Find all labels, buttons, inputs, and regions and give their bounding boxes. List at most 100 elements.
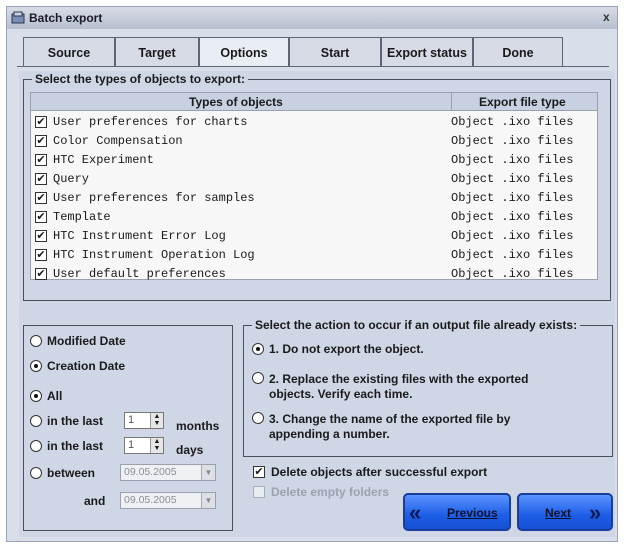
close-icon[interactable]: x [603, 10, 615, 24]
tab-options[interactable]: Options [199, 37, 289, 67]
table-row[interactable]: ✔ HTC Experiment Object .ixo files [31, 151, 597, 170]
column-header-type[interactable]: Types of objects [189, 95, 283, 109]
tab-divider [17, 66, 609, 67]
row-checkbox[interactable]: ✔ [35, 154, 47, 166]
spin-arrows-icon[interactable]: ▲ ▼ [150, 438, 163, 453]
table-row[interactable]: ✔ HTC Instrument Error Log Object .ixo fil… [31, 227, 597, 246]
row-export-type: Object .ixo files [451, 172, 574, 186]
row-object-type: User preferences for charts [53, 115, 248, 129]
table-row[interactable]: ✔ HTC Instrument Operation Log Object .ixo… [31, 246, 597, 265]
app-icon [11, 11, 25, 24]
row-checkbox[interactable]: ✔ [35, 135, 47, 147]
radio-label: in the last [47, 439, 104, 453]
object-types-table: Types of objects Export file type ✔ User … [30, 92, 598, 281]
spin-arrows-icon[interactable]: ▲ ▼ [150, 413, 163, 428]
radio-in-last-days[interactable]: in the last [30, 439, 103, 453]
row-object-type: HTC Instrument Error Log [53, 229, 226, 243]
radio-dot [30, 335, 42, 347]
row-checkbox[interactable]: ✔ [35, 230, 47, 242]
radio-creation-date[interactable]: Creation Date [30, 359, 125, 373]
radio-dot [252, 372, 264, 384]
double-chevron-right-icon: » [589, 500, 602, 525]
tab-source[interactable]: Source [23, 37, 115, 67]
tab-done[interactable]: Done [473, 37, 563, 67]
to-date-field[interactable]: 09.05.2005 ▼ [120, 492, 216, 509]
table-row[interactable]: ✔ User preferences for samples Object .ixo… [31, 189, 597, 208]
table-row[interactable]: ✔ Color Compensation Object .ixo files [31, 132, 597, 151]
months-value: 1 [128, 414, 135, 426]
radio-dot [30, 440, 42, 452]
row-object-type: HTC Experiment [53, 153, 154, 167]
radio-all[interactable]: All [30, 389, 62, 403]
radio-modified-date[interactable]: Modified Date [30, 334, 126, 348]
row-checkbox[interactable]: ✔ [35, 192, 47, 204]
checkbox-label: Delete objects after successful export [271, 465, 488, 479]
row-checkbox[interactable]: ✔ [35, 268, 47, 280]
table-row[interactable]: ✔ Template Object .ixo files [31, 208, 597, 227]
next-label: Next [545, 506, 572, 520]
object-types-group: Select the types of objects to export: T… [23, 72, 611, 301]
table-row[interactable]: ✔ User preferences for charts Object .ixo … [31, 113, 597, 132]
to-date-value: 09.05.2005 [124, 494, 177, 506]
radio-label: between [47, 466, 96, 480]
row-object-type: Color Compensation [53, 134, 183, 148]
table-row[interactable]: ✔ User default preferences Object .ixo fil… [31, 265, 597, 284]
radio-replace-files[interactable]: 2. Replace the existing files with the e… [252, 372, 528, 402]
row-checkbox[interactable]: ✔ [35, 249, 47, 261]
double-chevron-left-icon: « [409, 500, 422, 525]
row-checkbox[interactable]: ✔ [35, 116, 47, 128]
tab-export-status[interactable]: Export status [381, 37, 473, 67]
action-legend: Select the action to occur if an output … [252, 318, 581, 332]
radio-do-not-export[interactable]: 1. Do not export the object. [252, 342, 424, 356]
row-export-type: Object .ixo files [451, 153, 574, 167]
previous-button[interactable]: « Previous [403, 493, 511, 531]
checkbox-label: Delete empty folders [271, 485, 390, 499]
checkbox-box [253, 486, 265, 498]
radio-between[interactable]: between [30, 466, 95, 480]
chevron-down-icon[interactable]: ▼ [201, 493, 215, 508]
radio-label-line2: objects. Verify each time. [269, 387, 413, 401]
radio-change-name[interactable]: 3. Change the name of the exported file … [252, 412, 510, 442]
months-stepper[interactable]: 1 ▲ ▼ [124, 412, 164, 429]
options-panel: Select the types of objects to export: T… [19, 71, 615, 537]
row-export-type: Object .ixo files [451, 210, 574, 224]
column-separator[interactable] [451, 93, 452, 111]
batch-export-window: Batch export x Source Target Options Sta… [6, 6, 618, 542]
row-checkbox[interactable]: ✔ [35, 211, 47, 223]
row-export-type: Object .ixo files [451, 229, 574, 243]
radio-dot-selected [30, 360, 42, 372]
table-row[interactable]: ✔ Query Object .ixo files [31, 170, 597, 189]
radio-label: Creation Date [47, 359, 126, 373]
from-date-value: 09.05.2005 [124, 466, 177, 478]
and-label: and [84, 494, 106, 508]
from-date-field[interactable]: 09.05.2005 ▼ [120, 464, 216, 481]
column-header-export[interactable]: Export file type [479, 95, 566, 109]
radio-label: All [47, 389, 63, 403]
radio-dot [30, 467, 42, 479]
row-export-type: Object .ixo files [451, 115, 574, 129]
row-export-type: Object .ixo files [451, 267, 574, 281]
delete-empty-folders-checkbox: Delete empty folders [253, 485, 389, 499]
radio-label: in the last [47, 414, 104, 428]
checkbox-box: ✔ [253, 465, 265, 478]
chevron-down-icon[interactable]: ▼ [201, 465, 215, 480]
tab-target[interactable]: Target [115, 37, 199, 67]
radio-label-line2: appending a number. [269, 427, 390, 441]
next-button[interactable]: Next » [517, 493, 613, 531]
tab-start[interactable]: Start [289, 37, 381, 67]
days-value: 1 [128, 439, 135, 451]
days-stepper[interactable]: 1 ▲ ▼ [124, 437, 164, 454]
row-object-type: Template [53, 210, 111, 224]
row-checkbox[interactable]: ✔ [35, 173, 47, 185]
delete-after-export-checkbox[interactable]: ✔ Delete objects after successful export [253, 465, 487, 479]
object-types-legend: Select the types of objects to export: [32, 72, 249, 86]
row-export-type: Object .ixo files [451, 191, 574, 205]
radio-in-last-months[interactable]: in the last [30, 414, 103, 428]
radio-label-line1: 2. Replace the existing files with the e… [269, 372, 529, 386]
radio-dot-selected [252, 343, 264, 355]
date-filter-group: Modified Date Creation Date All in the l… [23, 325, 233, 531]
days-label: days [176, 443, 204, 457]
row-object-type: Query [53, 172, 90, 186]
existing-file-action-group: Select the action to occur if an output … [243, 318, 613, 457]
window-title: Batch export [29, 11, 103, 25]
